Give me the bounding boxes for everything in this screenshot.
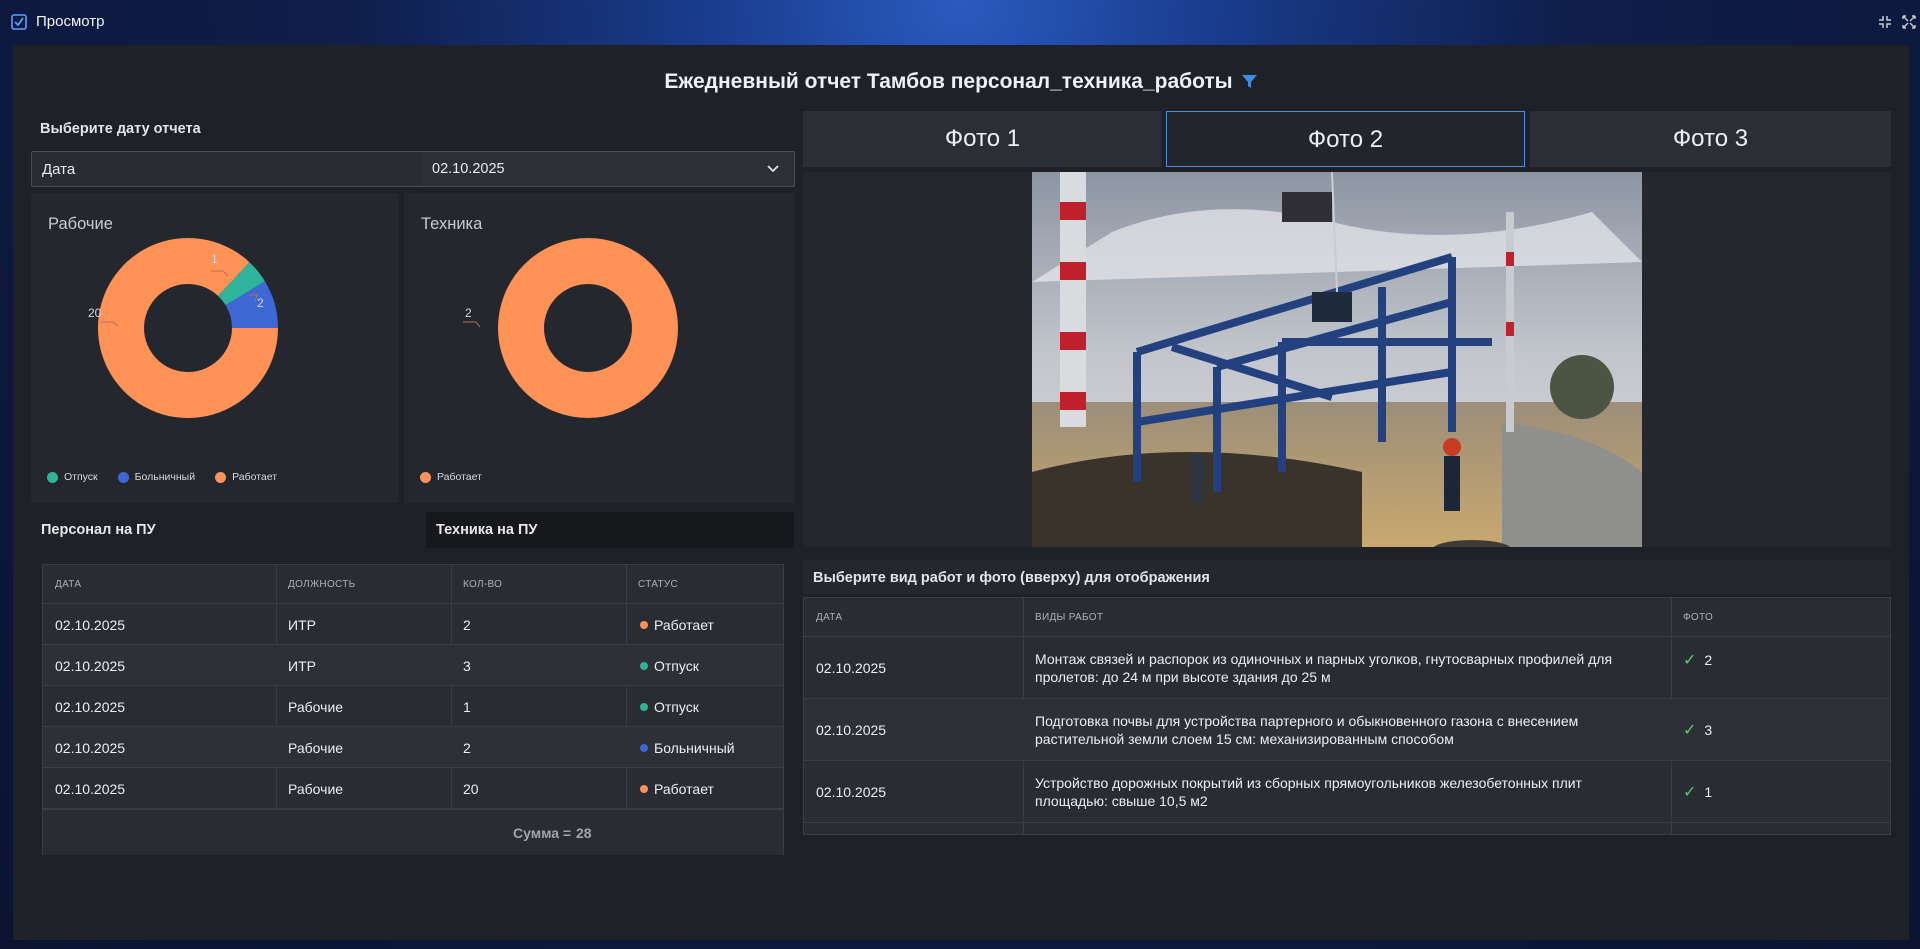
leader-line [463,321,481,328]
equipment-donut-chart: 2 [463,238,678,418]
column-header[interactable]: КОЛ-ВО [463,579,502,590]
status-badge: Отпуск [640,658,699,674]
cell-qty: 20 [463,781,479,797]
legend-item-working[interactable]: Работает [420,471,482,483]
cell-photo[interactable]: ✓ 3 [1683,720,1712,740]
legend-item-working[interactable]: Работает [215,471,277,483]
cell-date: 02.10.2025 [816,784,887,800]
workers-legend: Отпуск Больничный Работает [47,471,277,483]
cell-date: 02.10.2025 [55,658,126,674]
report-header: Ежедневный отчет Тамбов персонал_техника… [13,70,1909,94]
cell-photo[interactable]: ✓ 2 [1683,650,1712,670]
table-row[interactable]: 02.10.2025 Рабочие 2 Больничный [43,727,783,768]
title-bar: Просмотр [0,0,1920,44]
status-badge: Работает [640,781,714,797]
cell-work: Подготовка почвы для устройства партерно… [1035,713,1579,747]
table-footer: Сумма = 28 [43,809,783,855]
works-table: ДАТА ВИДЫ РАБОТ ФОТО 02.10.2025 Монтаж с… [803,597,1891,835]
equipment-legend: Работает [420,471,482,483]
check-icon: ✓ [1683,784,1697,801]
cell-date: 02.10.2025 [816,660,887,676]
works-heading: Выберите вид работ и фото (вверху) для о… [813,570,1210,586]
cell-date: 02.10.2025 [55,781,126,797]
workers-chart-card: Рабочие 20 1 2 Отпуск Больничный Работае… [31,193,399,503]
workers-donut-chart: 20 1 2 [88,238,278,418]
cell-position: Рабочие [288,699,344,715]
report-title: Ежедневный отчет Тамбов персонал_техника… [664,70,1233,93]
equipment-chart-card: Техника 2 Работает [404,193,794,503]
table-header: ДАТА ВИДЫ РАБОТ ФОТО [804,598,1890,637]
column-header[interactable]: ВИДЫ РАБОТ [1035,612,1103,623]
check-icon: ✓ [1683,722,1697,739]
value-label-working: 20 [88,306,102,320]
filter-icon[interactable] [1241,73,1258,90]
table-row[interactable]: 02.10.2025 ИТР 2 Работает [43,604,783,645]
table-row[interactable]: 02.10.2025 ИТР 3 Отпуск [43,645,783,686]
check-icon: ✓ [1683,652,1697,669]
table-row[interactable]: 02.10.2025 Устройство дорожных покрытий … [804,761,1890,823]
table-header: ДАТА ДОЛЖНОСТЬ КОЛ-ВО СТАТУС [43,565,783,604]
table-row[interactable]: 02.10.2025 Монтаж связей и распорок из о… [804,637,1890,699]
column-header[interactable]: ДОЛЖНОСТЬ [288,579,356,590]
expand-icon[interactable] [1900,13,1918,31]
works-heading-bar: Выберите вид работ и фото (вверху) для о… [803,560,1891,594]
cell-position: ИТР [288,658,316,674]
cell-qty: 1 [463,699,471,715]
value-label-sick: 2 [257,296,264,310]
status-badge: Отпуск [640,699,699,715]
cell-work: Монтаж связей и распорок из одиночных и … [1035,651,1613,685]
cell-position: Рабочие [288,740,344,756]
cell-photo[interactable]: ✓ 1 [1683,782,1712,802]
column-header[interactable]: СТАТУС [638,579,678,590]
sum-value: 28 [576,825,592,841]
chevron-down-icon[interactable] [766,163,780,175]
cell-date: 02.10.2025 [55,699,126,715]
cell-qty: 2 [463,740,471,756]
value-label-working: 2 [465,306,472,320]
window-title: Просмотр [36,13,105,30]
cell-qty: 3 [463,658,471,674]
construction-photo[interactable] [1032,172,1642,547]
tab-photo-1[interactable]: Фото 1 [803,111,1162,167]
date-dropdown[interactable]: Дата 02.10.2025 [31,151,795,187]
collapse-icon[interactable] [1876,13,1894,31]
tab-equipment[interactable]: Техника на ПУ [426,512,794,548]
column-header[interactable]: ДАТА [816,612,842,623]
cell-work: Устройство дорожных покрытий из сборных … [1035,775,1582,809]
value-label-vacation: 1 [211,252,218,266]
status-badge: Больничный [640,740,735,756]
app-logo-icon [11,14,27,30]
cell-date: 02.10.2025 [55,740,126,756]
tab-photo-2[interactable]: Фото 2 [1166,111,1525,167]
donut-slice-Работает[interactable] [498,238,678,418]
column-header[interactable]: ФОТО [1683,612,1713,623]
legend-item-vacation[interactable]: Отпуск [47,471,98,483]
date-filter-heading: Выберите дату отчета [40,121,201,137]
tab-personnel[interactable]: Персонал на ПУ [31,512,429,548]
cell-date: 02.10.2025 [55,617,126,633]
table-row[interactable]: 02.10.2025 Рабочие 1 Отпуск [43,686,783,727]
table-row[interactable]: 02.10.2025 Рабочие 20 Работает [43,768,783,809]
legend-item-sick[interactable]: Больничный [117,471,195,483]
date-value: 02.10.2025 [432,161,505,177]
photo-panel [803,172,1891,547]
personnel-table: ДАТА ДОЛЖНОСТЬ КОЛ-ВО СТАТУС 02.10.2025 … [42,564,784,855]
date-value-box[interactable]: 02.10.2025 [422,152,794,186]
status-badge: Работает [640,617,714,633]
cell-qty: 2 [463,617,471,633]
sum-label: Сумма = [513,825,572,841]
table-row[interactable]: 02.10.2025 Подготовка почвы для устройст… [804,699,1890,761]
cell-position: ИТР [288,617,316,633]
column-header[interactable]: ДАТА [55,579,81,590]
date-field-label: Дата [42,161,76,178]
cell-position: Рабочие [288,781,344,797]
cell-date: 02.10.2025 [816,722,887,738]
tab-photo-3[interactable]: Фото 3 [1530,111,1891,167]
report-window: Ежедневный отчет Тамбов персонал_техника… [13,45,1909,940]
